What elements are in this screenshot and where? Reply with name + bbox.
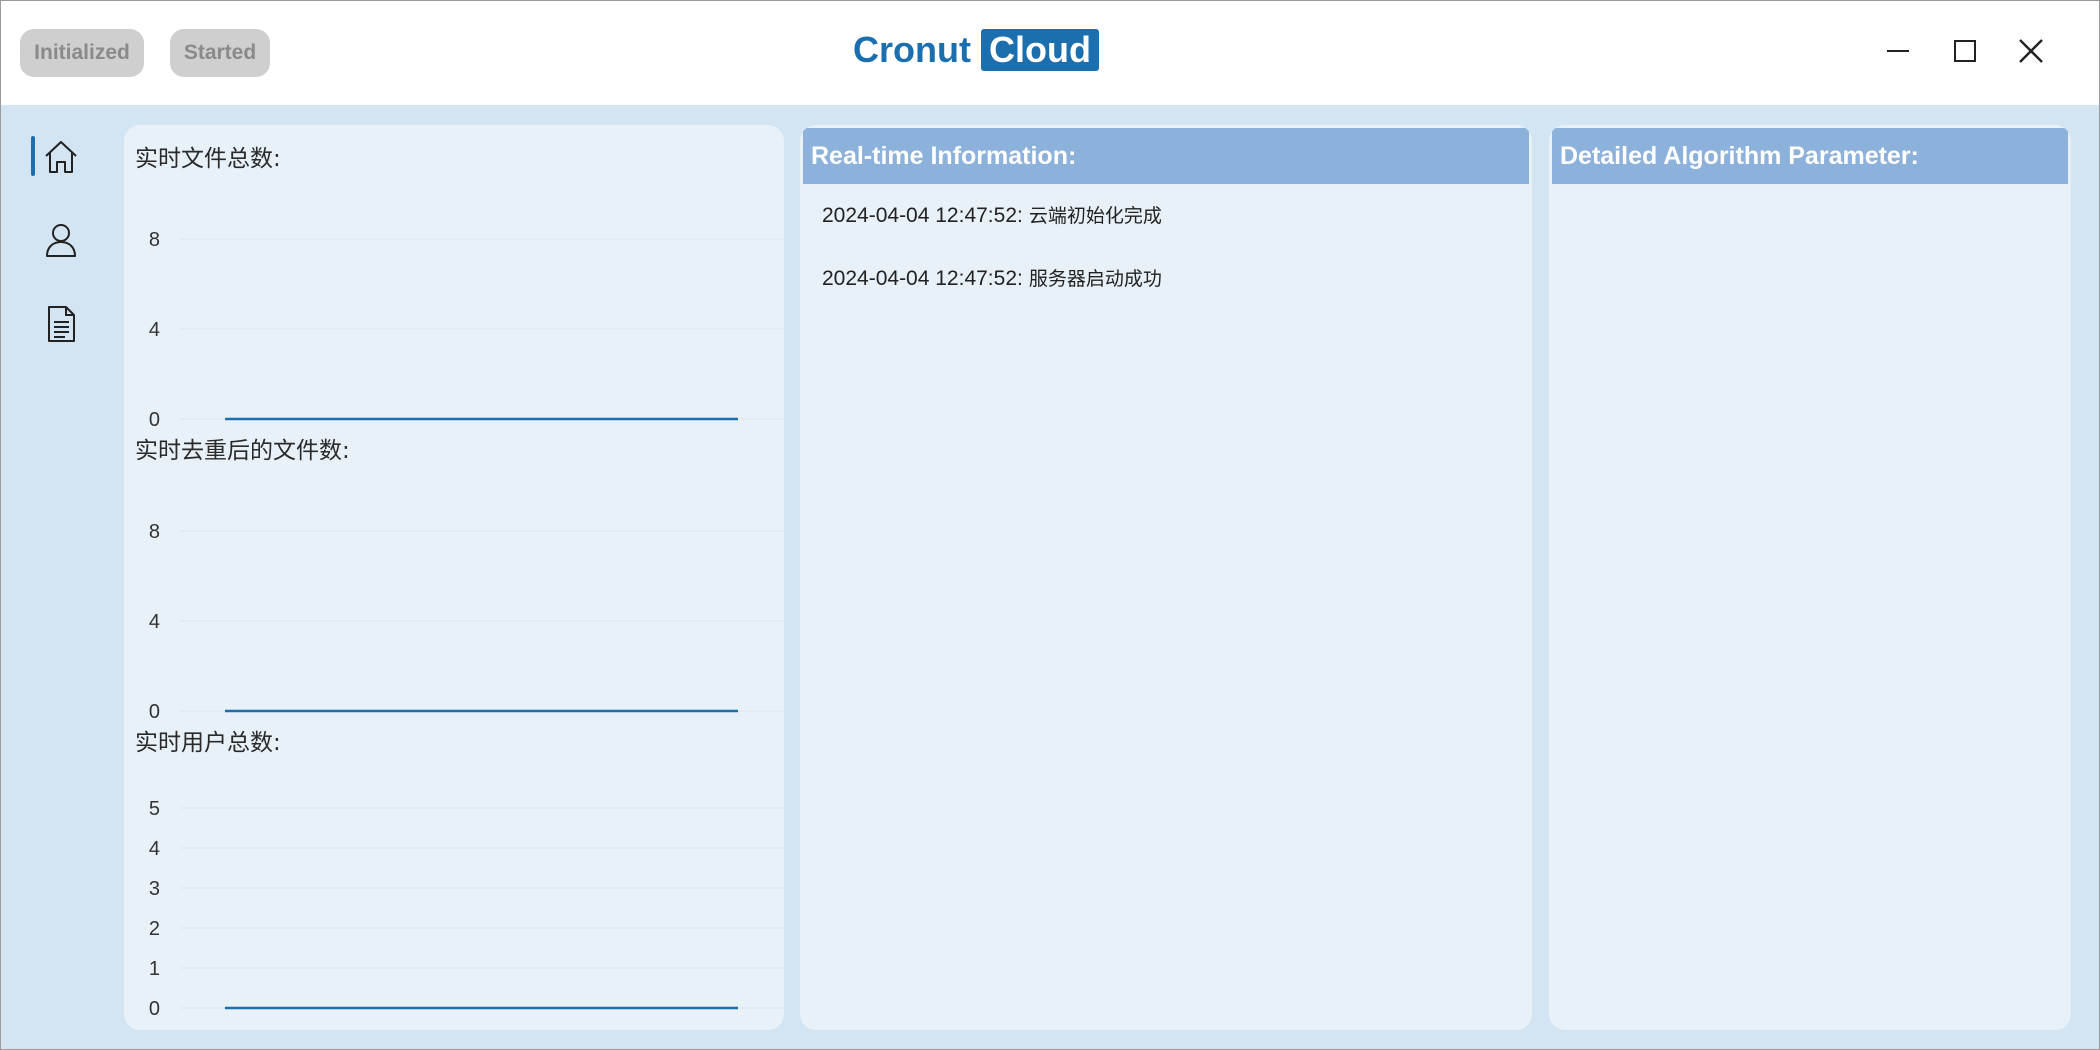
y-tick-label: 0 xyxy=(149,409,160,431)
maximize-button[interactable] xyxy=(1945,31,1985,71)
y-tick-label: 5 xyxy=(149,798,160,820)
y-tick-label: 4 xyxy=(149,319,160,341)
log-entry: 2024-04-04 12:47:52: 服务器启动成功 xyxy=(822,264,1162,291)
y-tick-label: 8 xyxy=(149,229,160,251)
brand-word-cronut: Cronut xyxy=(853,29,971,70)
y-tick-label: 4 xyxy=(149,611,160,633)
algorithm-params-panel: Detailed Algorithm Parameter: xyxy=(1549,125,2071,1030)
chart-title-total-files: 实时文件总数: xyxy=(135,146,281,172)
chart-total-users: 0 1 2 3 4 5 xyxy=(149,798,784,1020)
sidebar-item-users[interactable] xyxy=(31,210,91,270)
home-icon xyxy=(45,141,77,173)
minimize-button[interactable] xyxy=(1878,31,1918,71)
app-logo: Cronut Cloud xyxy=(853,28,1099,72)
log-entry: 2024-04-04 12:47:52: 云端初始化完成 xyxy=(822,201,1162,228)
maximize-icon xyxy=(1954,40,1976,62)
minimize-icon xyxy=(1887,50,1909,52)
chart-title-total-users: 实时用户总数: xyxy=(135,730,281,756)
close-button[interactable] xyxy=(2011,31,2051,71)
title-bar[interactable]: Initialized Started Cronut Cloud xyxy=(1,1,2099,105)
realtime-info-panel: Real-time Information: 2024-04-04 12:47:… xyxy=(800,125,1532,1030)
log-message: 服务器启动成功 xyxy=(1028,268,1162,290)
document-icon xyxy=(48,306,75,342)
app-window: Initialized Started Cronut Cloud 实时文件总数:… xyxy=(0,0,2100,1050)
sidebar-item-documents[interactable] xyxy=(31,294,91,354)
sidebar-item-home[interactable] xyxy=(31,127,91,187)
brand-word-cloud: Cloud xyxy=(980,29,1099,71)
y-tick-label: 3 xyxy=(149,878,160,900)
y-tick-label: 0 xyxy=(149,701,160,723)
log-timestamp: 2024-04-04 12:47:52: xyxy=(822,204,1023,227)
log-message: 云端初始化完成 xyxy=(1028,205,1162,227)
charts-panel: 实时文件总数: 0 4 8 实时去重后的文件数: 0 4 8 实时用户总数: 0 1 2 3 4… xyxy=(124,125,784,1030)
log-timestamp: 2024-04-04 12:47:52: xyxy=(822,267,1023,290)
y-tick-label: 2 xyxy=(149,918,160,940)
y-tick-label: 8 xyxy=(149,521,160,543)
user-icon xyxy=(46,224,76,257)
status-started-badge: Started xyxy=(170,29,270,77)
y-tick-label: 1 xyxy=(149,958,160,980)
realtime-info-header: Real-time Information: xyxy=(803,128,1529,184)
close-icon xyxy=(2019,39,2043,63)
algorithm-params-header: Detailed Algorithm Parameter: xyxy=(1552,128,2068,184)
chart-title-dedup-files: 实时去重后的文件数: xyxy=(135,438,350,464)
status-initialized-badge: Initialized xyxy=(20,29,144,77)
y-tick-label: 4 xyxy=(149,838,160,860)
y-tick-label: 0 xyxy=(149,998,160,1020)
